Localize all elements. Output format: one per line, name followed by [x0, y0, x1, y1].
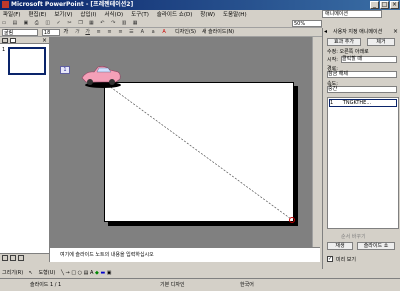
- preview-icon[interactable]: ◫: [44, 20, 52, 27]
- slides-tab-icon[interactable]: [10, 38, 16, 43]
- autopreview-checkbox[interactable]: ✓: [327, 256, 333, 262]
- italic-icon[interactable]: 가: [73, 29, 81, 36]
- underline-icon[interactable]: 가: [84, 29, 92, 36]
- design-button[interactable]: 디자인(S): [175, 28, 196, 37]
- outline-tab-icon[interactable]: [2, 38, 8, 43]
- zoom-combo[interactable]: 50%: [291, 20, 322, 27]
- cut-icon[interactable]: ✂: [66, 20, 74, 27]
- maximize-button[interactable]: □: [380, 1, 389, 9]
- spelling-icon[interactable]: ✓: [55, 20, 63, 27]
- fill-color-icon[interactable]: ◆: [95, 270, 99, 276]
- slideshow-view-icon[interactable]: [18, 255, 24, 261]
- start-label: 시작:: [327, 57, 338, 63]
- undo-icon[interactable]: ↶: [98, 20, 106, 27]
- play-button[interactable]: 재생: [327, 242, 353, 250]
- font-color-icon[interactable]: A: [160, 29, 168, 36]
- status-language: 한국어: [240, 282, 254, 288]
- close-pane-icon[interactable]: ×: [42, 37, 47, 44]
- align-right-icon[interactable]: ≡: [116, 29, 124, 36]
- save-icon[interactable]: ▣: [22, 20, 30, 27]
- animation-item-label: TNGKTHE...: [342, 100, 372, 106]
- custom-animation-pane: 사용자 지정 애니메이션 ◂ × 효과 추가 제거 수정: 오른쪽 아래로 시작…: [322, 28, 400, 269]
- line-icon[interactable]: ╲: [61, 270, 64, 276]
- new-slide-button[interactable]: 새 슬라이드(N): [202, 28, 234, 37]
- normal-view-icon[interactable]: [2, 255, 8, 261]
- animation-tag-icon: 1: [60, 66, 70, 74]
- textbox-icon[interactable]: ▤: [84, 270, 89, 276]
- reorder-label: 순서 바꾸기: [341, 234, 366, 240]
- slideshow-button[interactable]: 슬라이드 쇼: [357, 242, 395, 250]
- sorter-view-icon[interactable]: [10, 255, 16, 261]
- open-icon[interactable]: ▤: [11, 20, 19, 27]
- animation-item-number: 1: [330, 100, 334, 106]
- drawing-toolbar: 그리기(R) ↖ 도형(U) ╲ → □ ○ ▤ A ◆ ▬ ▣: [0, 269, 322, 278]
- title-bar: Microsoft PowerPoint - [프레젠테이션2]: [0, 0, 400, 10]
- paste-icon[interactable]: ▦: [87, 20, 95, 27]
- bullets-icon[interactable]: ☰: [127, 29, 135, 36]
- chart-icon[interactable]: ▥: [120, 20, 128, 27]
- bold-icon[interactable]: 가: [62, 29, 70, 36]
- add-effect-button[interactable]: 효과 추가: [327, 38, 361, 46]
- increase-font-icon[interactable]: A: [138, 29, 146, 36]
- close-button[interactable]: ×: [390, 1, 399, 9]
- autopreview-label: 미리 보기: [336, 257, 356, 263]
- slide-number: 1: [2, 47, 6, 53]
- modify-label: 수정: 오른쪽 아래로: [327, 49, 369, 55]
- view-buttons: [0, 253, 49, 262]
- minimize-button[interactable]: _: [370, 1, 379, 9]
- redo-icon[interactable]: ↷: [109, 20, 117, 27]
- align-left-icon[interactable]: ≡: [95, 29, 103, 36]
- start-select[interactable]: 클릭할 때: [341, 56, 397, 63]
- status-bar: 슬라이드 1 / 1 기본 디자인 한국어: [0, 278, 400, 290]
- shadow-icon[interactable]: ▣: [107, 270, 112, 276]
- window-title: Microsoft PowerPoint - [프레젠테이션2]: [11, 1, 134, 8]
- copy-icon[interactable]: ❐: [76, 20, 84, 27]
- decrease-font-icon[interactable]: a: [149, 29, 157, 36]
- car-clipart-icon[interactable]: [80, 64, 122, 90]
- slide-thumbnail-pane: × 1: [0, 37, 50, 262]
- slide-thumbnail-1[interactable]: [8, 47, 46, 75]
- draw-menu[interactable]: 그리기(R): [2, 270, 23, 276]
- status-slide: 슬라이드 1 / 1: [30, 282, 62, 288]
- standard-toolbar: ▭ ▤ ▣ ⎙ ◫ ✓ ✂ ❐ ▦ ↶ ↷ ▥ ▦ 50%: [0, 19, 322, 28]
- speed-select[interactable]: 중간: [327, 86, 397, 93]
- animation-list[interactable]: 1 TNGKTHE...: [327, 97, 399, 229]
- taskpane-header: 사용자 지정 애니메이션: [323, 28, 400, 36]
- path-end-marker[interactable]: [289, 217, 295, 223]
- new-icon[interactable]: ▭: [0, 20, 8, 27]
- close-taskpane-icon[interactable]: ×: [393, 28, 398, 36]
- slide-canvas[interactable]: [104, 82, 295, 223]
- help-search-box[interactable]: 애니메이션: [322, 10, 382, 18]
- vertical-scrollbar[interactable]: [312, 37, 320, 247]
- print-icon[interactable]: ⎙: [33, 20, 41, 27]
- align-center-icon[interactable]: ≡: [106, 29, 114, 36]
- motion-path-line: [105, 83, 292, 220]
- path-select[interactable]: 잠금 해제: [327, 71, 397, 78]
- motion-path: [105, 83, 295, 223]
- powerpoint-icon: [2, 1, 9, 8]
- oval-icon[interactable]: ○: [78, 270, 82, 276]
- status-design: 기본 디자인: [160, 282, 185, 288]
- arrow-icon[interactable]: →: [66, 270, 70, 276]
- select-arrow-icon[interactable]: ↖: [29, 270, 33, 276]
- rectangle-icon[interactable]: □: [71, 270, 76, 276]
- animation-list-item[interactable]: 1 TNGKTHE...: [329, 99, 397, 107]
- formatting-toolbar: 굴림 18 가 가 가 ≡ ≡ ≡ ☰ A a A 디자인(S) 새 슬라이드(…: [0, 28, 322, 37]
- autoshapes-menu[interactable]: 도형(U): [39, 270, 56, 276]
- table-icon[interactable]: ▦: [131, 20, 139, 27]
- font-size-combo[interactable]: 18: [41, 29, 60, 36]
- line-color-icon[interactable]: ▬: [100, 270, 105, 276]
- back-icon[interactable]: ◂: [324, 28, 327, 36]
- pane-tabs: ×: [0, 37, 49, 44]
- font-combo[interactable]: 굴림: [2, 29, 38, 36]
- notes-pane[interactable]: 여기에 슬라이드 노트의 내용을 입력하십시오: [50, 247, 320, 262]
- remove-button[interactable]: 제거: [367, 38, 395, 46]
- taskpane-title: 사용자 지정 애니메이션: [333, 29, 383, 35]
- wordart-icon[interactable]: A: [90, 270, 93, 276]
